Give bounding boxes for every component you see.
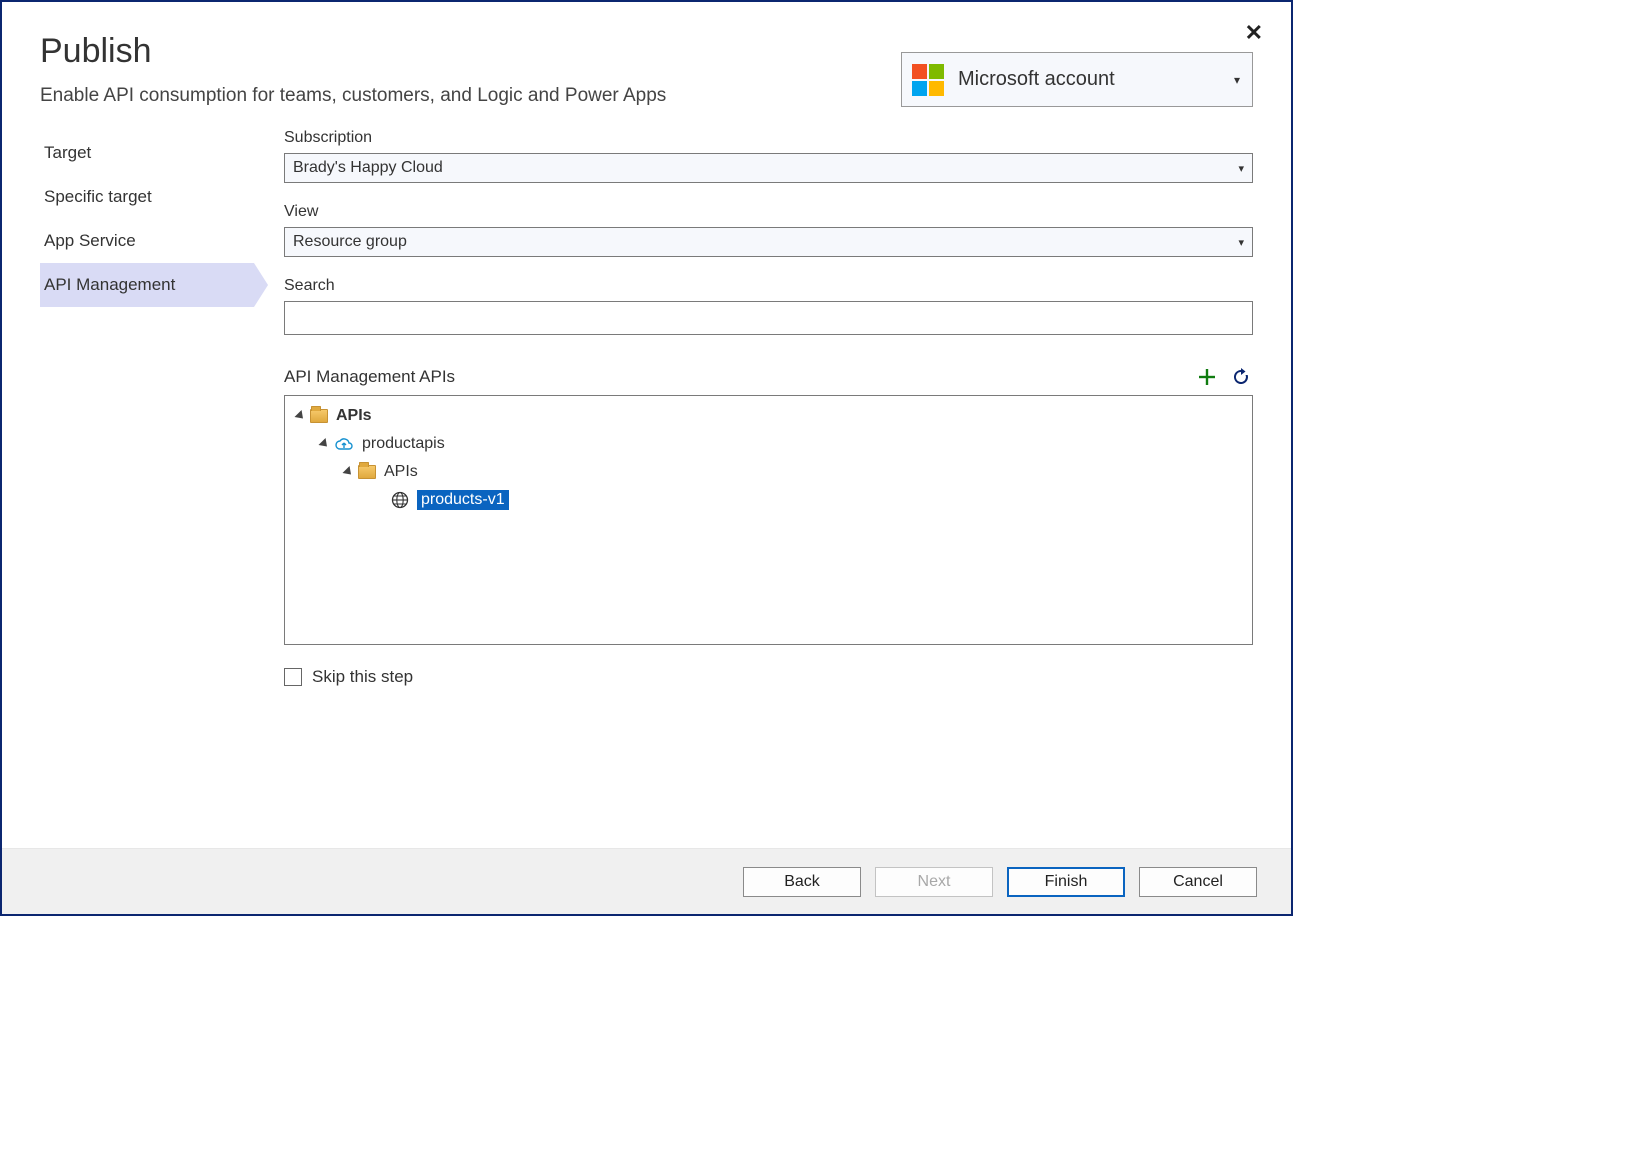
apis-header-row: API Management APIs <box>284 365 1253 389</box>
folder-icon <box>358 465 376 479</box>
dialog-body: Target Specific target App Service API M… <box>2 107 1291 848</box>
subscription-value: Brady's Happy Cloud <box>293 159 443 177</box>
close-icon[interactable]: ✕ <box>1245 22 1263 44</box>
checkbox-icon[interactable] <box>284 668 302 686</box>
plus-icon <box>1197 367 1217 387</box>
refresh-button[interactable] <box>1229 365 1253 389</box>
nav-item-api-management[interactable]: API Management <box>40 263 254 307</box>
publish-dialog: ✕ Publish Enable API consumption for tea… <box>0 0 1293 916</box>
chevron-down-icon: ▾ <box>1234 73 1240 87</box>
cancel-button[interactable]: Cancel <box>1139 867 1257 897</box>
nav-item-specific-target[interactable]: Specific target <box>40 175 254 219</box>
account-label: Microsoft account <box>958 68 1115 91</box>
tree-node-label: productapis <box>362 435 445 453</box>
tree-node-label: APIs <box>336 407 372 425</box>
add-api-button[interactable] <box>1195 365 1219 389</box>
account-dropdown[interactable]: Microsoft account ▾ <box>901 52 1253 107</box>
subscription-label: Subscription <box>284 129 1253 147</box>
view-label: View <box>284 203 1253 221</box>
dialog-header: ✕ Publish Enable API consumption for tea… <box>2 2 1291 107</box>
skip-this-step-checkbox[interactable]: Skip this step <box>284 667 1253 687</box>
folder-icon <box>310 409 328 423</box>
microsoft-logo-icon <box>912 64 944 96</box>
apis-section-label: API Management APIs <box>284 367 455 387</box>
skip-label: Skip this step <box>312 667 413 687</box>
next-button: Next <box>875 867 993 897</box>
globe-icon <box>391 491 409 509</box>
tree-node-service[interactable]: productapis <box>293 430 1244 458</box>
dialog-footer: Back Next Finish Cancel <box>2 848 1291 914</box>
tree-node-root[interactable]: APIs <box>293 402 1244 430</box>
cloud-icon <box>334 437 354 451</box>
nav-item-target[interactable]: Target <box>40 131 254 175</box>
chevron-down-icon: ▾ <box>1238 236 1244 249</box>
expander-icon[interactable] <box>294 410 306 422</box>
view-dropdown[interactable]: Resource group ▾ <box>284 227 1253 257</box>
expander-icon[interactable] <box>342 466 354 478</box>
refresh-icon <box>1231 367 1251 387</box>
search-input[interactable] <box>284 301 1253 335</box>
api-tree[interactable]: APIs productapis APIs <box>284 395 1253 645</box>
finish-button[interactable]: Finish <box>1007 867 1125 897</box>
chevron-down-icon: ▾ <box>1238 162 1244 175</box>
wizard-nav: Target Specific target App Service API M… <box>40 127 254 828</box>
view-value: Resource group <box>293 233 407 251</box>
search-label: Search <box>284 277 1253 295</box>
tree-node-api-selected[interactable]: products-v1 <box>293 486 1244 514</box>
tree-node-folder[interactable]: APIs <box>293 458 1244 486</box>
nav-item-app-service[interactable]: App Service <box>40 219 254 263</box>
tree-node-label: APIs <box>384 463 418 481</box>
expander-icon[interactable] <box>318 438 330 450</box>
form-panel: Subscription Brady's Happy Cloud ▾ View … <box>254 127 1253 828</box>
tree-node-label: products-v1 <box>417 490 509 510</box>
back-button[interactable]: Back <box>743 867 861 897</box>
subscription-dropdown[interactable]: Brady's Happy Cloud ▾ <box>284 153 1253 183</box>
